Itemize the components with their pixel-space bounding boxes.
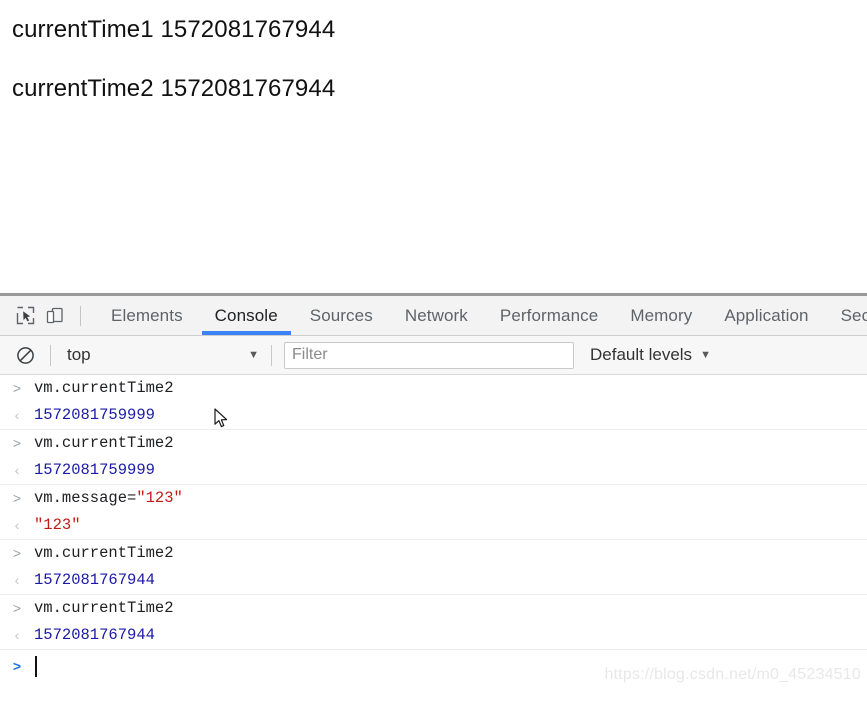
tab-console-label: Console [214, 305, 278, 325]
chevron-down-icon: ▼ [700, 348, 711, 361]
console-input-text: vm.currentTime2 [34, 544, 174, 562]
page-viewport: currentTime1 1572081767944 currentTime2 … [0, 0, 867, 294]
tab-elements[interactable]: Elements [95, 296, 199, 335]
console-message-list[interactable]: > vm.currentTime2 ‹ 1572081759999 > vm.c… [0, 375, 867, 702]
console-input-marker-icon: > [12, 600, 22, 616]
console-output-row[interactable]: ‹ 1572081767944 [0, 567, 867, 594]
device-toolbar-icon[interactable] [40, 301, 70, 331]
console-input-marker-icon: > [12, 435, 22, 451]
console-input-row[interactable]: > vm.currentTime2 [0, 375, 867, 402]
console-toolbar-separator-1 [50, 344, 51, 366]
console-log-levels-label: Default levels [590, 345, 693, 364]
tab-network[interactable]: Network [389, 296, 484, 335]
tab-elements-label: Elements [111, 305, 183, 325]
console-entry: > vm.currentTime2 ‹ 1572081767944 [0, 595, 867, 650]
console-output-row[interactable]: ‹ 1572081767944 [0, 622, 867, 649]
console-input-text: vm.currentTime2 [34, 379, 174, 397]
console-toolbar: top ▼ Default levels ▼ [0, 336, 867, 375]
console-input-row[interactable]: > vm.message="123" [0, 485, 867, 512]
tab-memory[interactable]: Memory [614, 296, 708, 335]
console-output-marker-icon: ‹ [14, 627, 20, 643]
browser-window: currentTime1 1572081767944 currentTime2 … [0, 0, 867, 702]
clear-console-icon[interactable] [12, 342, 38, 368]
console-output-value: 1572081767944 [34, 626, 155, 644]
page-text-line-1: currentTime1 1572081767944 [12, 16, 336, 43]
tab-sources-label: Sources [309, 305, 373, 325]
inspect-element-icon[interactable] [10, 301, 40, 331]
console-log-levels-selector[interactable]: Default levels ▼ [590, 345, 711, 365]
console-input-marker-icon: > [12, 380, 22, 396]
tab-application[interactable]: Application [708, 296, 824, 335]
tab-security-label: Sec [840, 305, 867, 325]
console-filter-input[interactable] [284, 341, 574, 369]
console-input-row[interactable]: > vm.currentTime2 [0, 430, 867, 457]
console-input-text: vm.message="123" [34, 487, 867, 510]
console-input-expression: vm.message= [34, 489, 137, 507]
console-output-row[interactable]: ‹ "123" [0, 512, 867, 539]
chevron-down-icon: ▼ [248, 348, 259, 361]
tab-sources[interactable]: Sources [294, 296, 389, 335]
page-text-line-2: currentTime2 1572081767944 [12, 75, 336, 103]
console-text-caret [35, 656, 37, 677]
console-input-text: vm.currentTime2 [34, 434, 174, 452]
console-output-row[interactable]: ‹ 1572081759999 [0, 457, 867, 484]
console-output-row[interactable]: ‹ 1572081759999 [0, 402, 867, 429]
console-output-marker-icon: ‹ [14, 517, 20, 533]
console-input-marker-icon: > [12, 490, 22, 506]
console-output-value: 1572081767944 [34, 571, 155, 589]
console-input-row[interactable]: > vm.currentTime2 [0, 595, 867, 622]
console-prompt-marker-icon: > [12, 658, 22, 674]
tab-memory-label: Memory [630, 305, 693, 325]
tab-performance-label: Performance [499, 305, 599, 325]
console-context-label: top [67, 345, 91, 364]
console-output-value: "123" [34, 516, 81, 534]
console-entry: > vm.currentTime2 ‹ 1572081759999 [0, 430, 867, 485]
console-input-text: vm.currentTime2 [34, 599, 174, 617]
console-input-string-literal: "123" [136, 489, 183, 507]
tab-application-label: Application [724, 305, 809, 325]
console-entry: > vm.currentTime2 ‹ 1572081759999 [0, 375, 867, 430]
devtools-tabbar: Elements Console Sources Network Perform… [0, 296, 867, 336]
console-output-marker-icon: ‹ [14, 572, 20, 588]
tab-network-label: Network [404, 305, 468, 325]
console-output-marker-icon: ‹ [14, 407, 20, 423]
console-output-marker-icon: ‹ [14, 462, 20, 478]
console-input-marker-icon: > [12, 545, 22, 561]
tab-performance[interactable]: Performance [484, 296, 614, 335]
console-entry: > vm.message="123" ‹ "123" [0, 485, 867, 540]
console-toolbar-separator-2 [271, 344, 272, 366]
tab-security[interactable]: Sec [825, 296, 867, 335]
console-output-value: 1572081759999 [34, 406, 155, 424]
console-context-selector[interactable]: top ▼ [63, 342, 259, 368]
devtools-panel: Elements Console Sources Network Perform… [0, 296, 867, 702]
console-prompt-row[interactable]: > [0, 650, 867, 680]
toolbar-separator [80, 305, 81, 326]
tab-console[interactable]: Console [199, 296, 294, 335]
console-input-row[interactable]: > vm.currentTime2 [0, 540, 867, 567]
console-output-value: 1572081759999 [34, 461, 155, 479]
console-entry: > vm.currentTime2 ‹ 1572081767944 [0, 540, 867, 595]
devtools-tool-icons [0, 296, 95, 335]
devtools-tab-list: Elements Console Sources Network Perform… [95, 296, 867, 335]
